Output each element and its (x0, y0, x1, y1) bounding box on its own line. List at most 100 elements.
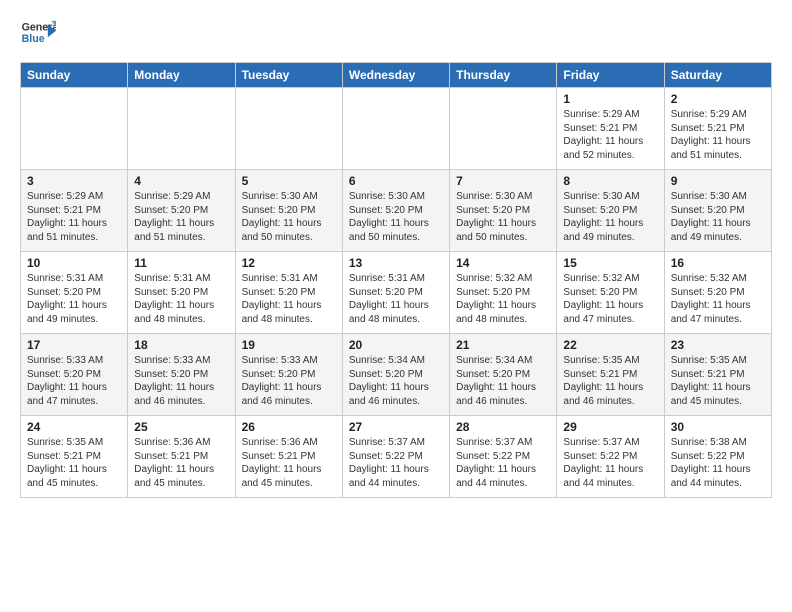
day-info: Sunrise: 5:29 AM Sunset: 5:20 PM Dayligh… (134, 190, 228, 244)
day-number: 13 (349, 256, 443, 270)
day-number: 14 (456, 256, 550, 270)
header: General Blue (20, 16, 772, 52)
day-info: Sunrise: 5:33 AM Sunset: 5:20 PM Dayligh… (134, 354, 228, 408)
day-number: 2 (671, 92, 765, 106)
day-cell: 22Sunrise: 5:35 AM Sunset: 5:21 PM Dayli… (557, 334, 664, 416)
day-cell: 2Sunrise: 5:29 AM Sunset: 5:21 PM Daylig… (664, 88, 771, 170)
day-number: 3 (27, 174, 121, 188)
day-number: 29 (563, 420, 657, 434)
col-header-wednesday: Wednesday (342, 63, 449, 88)
day-cell: 29 Sunrise: 5:37 AM Sunset: 5:22 PM Dayli… (557, 416, 664, 498)
day-info: Sunrise: 5:31 AM Sunset: 5:20 PM Dayligh… (349, 272, 443, 326)
day-cell: 13 Sunrise: 5:31 AM Sunset: 5:20 PM Dayli… (342, 252, 449, 334)
day-number: 18 (134, 338, 228, 352)
day-cell: 11 Sunrise: 5:31 AM Sunset: 5:20 PM Dayli… (128, 252, 235, 334)
day-cell (235, 88, 342, 170)
day-number: 6 (349, 174, 443, 188)
day-info: Sunrise: 5:30 AM Sunset: 5:20 PM Dayligh… (242, 190, 336, 244)
day-number: 28 (456, 420, 550, 434)
col-header-friday: Friday (557, 63, 664, 88)
calendar-body: 1 Sunrise: 5:29 AM Sunset: 5:21 PM Daylig… (21, 88, 772, 498)
day-info: Sunrise: 5:31 AM Sunset: 5:20 PM Dayligh… (134, 272, 228, 326)
col-header-tuesday: Tuesday (235, 63, 342, 88)
logo: General Blue (20, 16, 56, 52)
day-cell: 3Sunrise: 5:29 AM Sunset: 5:21 PM Daylig… (21, 170, 128, 252)
col-header-monday: Monday (128, 63, 235, 88)
day-info: Sunrise: 5:34 AM Sunset: 5:20 PM Dayligh… (349, 354, 443, 408)
calendar-header: SundayMondayTuesdayWednesdayThursdayFrid… (21, 63, 772, 88)
day-number: 25 (134, 420, 228, 434)
day-info: Sunrise: 5:30 AM Sunset: 5:20 PM Dayligh… (456, 190, 550, 244)
day-number: 21 (456, 338, 550, 352)
day-cell: 21Sunrise: 5:34 AM Sunset: 5:20 PM Dayli… (450, 334, 557, 416)
day-info: Sunrise: 5:37 AM Sunset: 5:22 PM Dayligh… (563, 436, 657, 490)
day-info: Sunrise: 5:37 AM Sunset: 5:22 PM Dayligh… (349, 436, 443, 490)
day-info: Sunrise: 5:36 AM Sunset: 5:21 PM Dayligh… (134, 436, 228, 490)
day-info: Sunrise: 5:35 AM Sunset: 5:21 PM Dayligh… (671, 354, 765, 408)
day-cell: 30 Sunrise: 5:38 AM Sunset: 5:22 PM Dayli… (664, 416, 771, 498)
day-cell: 4 Sunrise: 5:29 AM Sunset: 5:20 PM Daylig… (128, 170, 235, 252)
day-info: Sunrise: 5:33 AM Sunset: 5:20 PM Dayligh… (242, 354, 336, 408)
day-info: Sunrise: 5:37 AM Sunset: 5:22 PM Dayligh… (456, 436, 550, 490)
day-number: 16 (671, 256, 765, 270)
day-cell (342, 88, 449, 170)
day-info: Sunrise: 5:32 AM Sunset: 5:20 PM Dayligh… (671, 272, 765, 326)
day-info: Sunrise: 5:32 AM Sunset: 5:20 PM Dayligh… (563, 272, 657, 326)
day-number: 15 (563, 256, 657, 270)
day-cell (450, 88, 557, 170)
day-number: 26 (242, 420, 336, 434)
day-cell: 19 Sunrise: 5:33 AM Sunset: 5:20 PM Dayli… (235, 334, 342, 416)
day-cell: 14 Sunrise: 5:32 AM Sunset: 5:20 PM Dayli… (450, 252, 557, 334)
day-number: 10 (27, 256, 121, 270)
day-number: 24 (27, 420, 121, 434)
col-header-sunday: Sunday (21, 63, 128, 88)
day-info: Sunrise: 5:35 AM Sunset: 5:21 PM Dayligh… (27, 436, 121, 490)
day-cell: 15 Sunrise: 5:32 AM Sunset: 5:20 PM Dayli… (557, 252, 664, 334)
day-number: 9 (671, 174, 765, 188)
week-row-3: 10 Sunrise: 5:31 AM Sunset: 5:20 PM Dayli… (21, 252, 772, 334)
calendar-table: SundayMondayTuesdayWednesdayThursdayFrid… (20, 62, 772, 498)
day-info: Sunrise: 5:29 AM Sunset: 5:21 PM Dayligh… (563, 108, 657, 162)
day-number: 20 (349, 338, 443, 352)
week-row-1: 1 Sunrise: 5:29 AM Sunset: 5:21 PM Daylig… (21, 88, 772, 170)
day-cell: 28 Sunrise: 5:37 AM Sunset: 5:22 PM Dayli… (450, 416, 557, 498)
week-row-4: 17 Sunrise: 5:33 AM Sunset: 5:20 PM Dayli… (21, 334, 772, 416)
day-number: 19 (242, 338, 336, 352)
day-info: Sunrise: 5:36 AM Sunset: 5:21 PM Dayligh… (242, 436, 336, 490)
day-cell: 17 Sunrise: 5:33 AM Sunset: 5:20 PM Dayli… (21, 334, 128, 416)
day-cell: 1 Sunrise: 5:29 AM Sunset: 5:21 PM Daylig… (557, 88, 664, 170)
day-cell: 26 Sunrise: 5:36 AM Sunset: 5:21 PM Dayli… (235, 416, 342, 498)
day-cell (21, 88, 128, 170)
day-info: Sunrise: 5:30 AM Sunset: 5:20 PM Dayligh… (671, 190, 765, 244)
day-number: 12 (242, 256, 336, 270)
day-info: Sunrise: 5:32 AM Sunset: 5:20 PM Dayligh… (456, 272, 550, 326)
day-cell: 6 Sunrise: 5:30 AM Sunset: 5:20 PM Daylig… (342, 170, 449, 252)
day-number: 7 (456, 174, 550, 188)
day-cell: 18 Sunrise: 5:33 AM Sunset: 5:20 PM Dayli… (128, 334, 235, 416)
svg-text:Blue: Blue (22, 33, 45, 45)
day-cell: 12 Sunrise: 5:31 AM Sunset: 5:20 PM Dayli… (235, 252, 342, 334)
day-number: 5 (242, 174, 336, 188)
page: General Blue SundayMondayTuesdayWednesda… (0, 0, 792, 508)
week-row-5: 24 Sunrise: 5:35 AM Sunset: 5:21 PM Dayli… (21, 416, 772, 498)
day-cell: 23Sunrise: 5:35 AM Sunset: 5:21 PM Dayli… (664, 334, 771, 416)
day-number: 4 (134, 174, 228, 188)
day-info: Sunrise: 5:31 AM Sunset: 5:20 PM Dayligh… (242, 272, 336, 326)
day-cell: 25 Sunrise: 5:36 AM Sunset: 5:21 PM Dayli… (128, 416, 235, 498)
day-cell: 7 Sunrise: 5:30 AM Sunset: 5:20 PM Daylig… (450, 170, 557, 252)
day-info: Sunrise: 5:30 AM Sunset: 5:20 PM Dayligh… (349, 190, 443, 244)
day-info: Sunrise: 5:33 AM Sunset: 5:20 PM Dayligh… (27, 354, 121, 408)
day-cell: 20 Sunrise: 5:34 AM Sunset: 5:20 PM Dayli… (342, 334, 449, 416)
day-number: 1 (563, 92, 657, 106)
day-cell: 27 Sunrise: 5:37 AM Sunset: 5:22 PM Dayli… (342, 416, 449, 498)
day-number: 11 (134, 256, 228, 270)
day-number: 17 (27, 338, 121, 352)
day-number: 8 (563, 174, 657, 188)
day-info: Sunrise: 5:35 AM Sunset: 5:21 PM Dayligh… (563, 354, 657, 408)
day-number: 27 (349, 420, 443, 434)
day-cell: 9 Sunrise: 5:30 AM Sunset: 5:20 PM Daylig… (664, 170, 771, 252)
col-header-saturday: Saturday (664, 63, 771, 88)
day-cell: 5 Sunrise: 5:30 AM Sunset: 5:20 PM Daylig… (235, 170, 342, 252)
day-number: 30 (671, 420, 765, 434)
day-info: Sunrise: 5:38 AM Sunset: 5:22 PM Dayligh… (671, 436, 765, 490)
